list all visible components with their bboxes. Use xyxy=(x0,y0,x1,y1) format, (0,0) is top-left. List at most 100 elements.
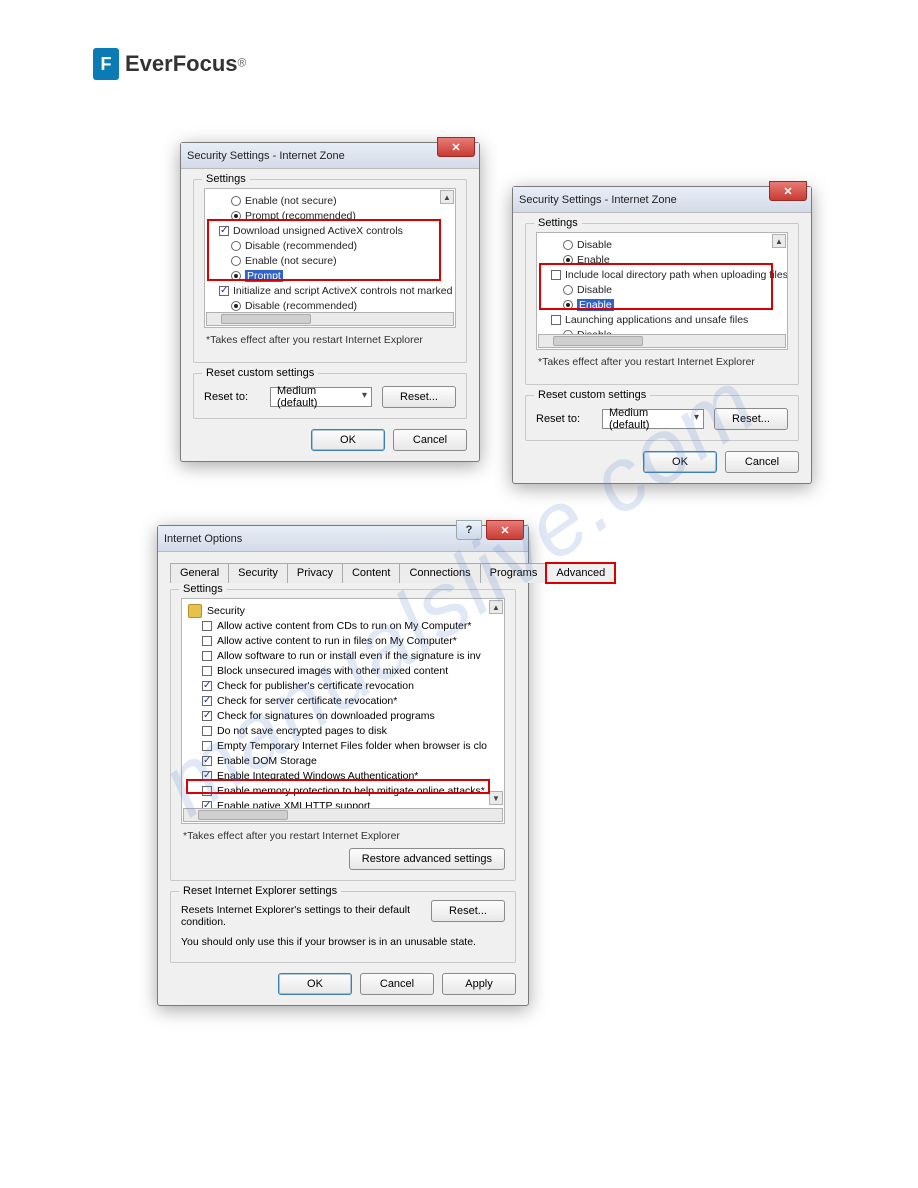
tab-connections[interactable]: Connections xyxy=(399,563,480,583)
tree-item[interactable]: Check for signatures on downloaded progr… xyxy=(184,708,502,723)
checkbox[interactable] xyxy=(202,696,212,706)
tree-item[interactable]: Check for server certificate revocation* xyxy=(184,693,502,708)
scroll-up-icon[interactable]: ▲ xyxy=(440,190,454,204)
tree-item[interactable]: Check for publisher's certificate revoca… xyxy=(184,678,502,693)
tree-label: Allow active content from CDs to run on … xyxy=(217,620,471,632)
opt-label-selected: Enable xyxy=(577,299,614,311)
checkbox[interactable] xyxy=(219,286,229,296)
tab-general[interactable]: General xyxy=(170,563,229,583)
checkbox[interactable] xyxy=(202,666,212,676)
scroll-thumb[interactable] xyxy=(221,314,311,324)
checkbox[interactable] xyxy=(202,741,212,751)
dialog-title: Internet Options xyxy=(164,533,242,545)
tree-item[interactable]: Do not save encrypted pages to disk xyxy=(184,723,502,738)
brand-name: EverFocus xyxy=(125,51,238,76)
select-value: Medium (default) xyxy=(609,407,685,431)
checkbox[interactable] xyxy=(202,651,212,661)
reset-button[interactable]: Reset... xyxy=(431,900,505,922)
ok-button[interactable]: OK xyxy=(278,973,352,995)
checkbox[interactable] xyxy=(202,726,212,736)
scroll-up-icon[interactable]: ▲ xyxy=(772,234,786,248)
help-icon[interactable]: ? xyxy=(456,520,482,540)
scroll-thumb[interactable] xyxy=(553,336,643,346)
cancel-button[interactable]: Cancel xyxy=(393,429,467,451)
restore-button[interactable]: Restore advanced settings xyxy=(349,848,505,870)
opt-label: Prompt (recommended) xyxy=(245,210,356,222)
ok-button[interactable]: OK xyxy=(311,429,385,451)
dialog-title: Security Settings - Internet Zone xyxy=(187,150,345,162)
checkbox[interactable] xyxy=(551,315,561,325)
tab-advanced[interactable]: Advanced xyxy=(546,563,615,583)
radio[interactable] xyxy=(231,241,241,251)
tab-programs[interactable]: Programs xyxy=(480,563,548,583)
radio[interactable] xyxy=(231,256,241,266)
reset-button[interactable]: Reset... xyxy=(714,408,788,430)
settings-list[interactable]: Enable (not secure) Prompt (recommended)… xyxy=(204,188,456,328)
opt-label: Disable (recommended) xyxy=(245,300,357,312)
hscrollbar[interactable] xyxy=(206,312,454,326)
radio[interactable] xyxy=(231,271,241,281)
checkbox[interactable] xyxy=(219,226,229,236)
close-icon[interactable]: ✕ xyxy=(437,137,475,157)
opt-label-selected: Prompt xyxy=(245,270,283,282)
tree-item[interactable]: Block unsecured images with other mixed … xyxy=(184,663,502,678)
tree-item[interactable]: Enable memory protection to help mitigat… xyxy=(184,783,502,798)
tree-label: Check for signatures on downloaded progr… xyxy=(217,710,435,722)
lock-icon xyxy=(188,604,202,618)
checkbox[interactable] xyxy=(202,681,212,691)
cancel-button[interactable]: Cancel xyxy=(360,973,434,995)
hscrollbar[interactable] xyxy=(183,808,503,822)
tree-item[interactable]: Allow active content to run in files on … xyxy=(184,633,502,648)
opt-heading: Include local directory path when upload… xyxy=(565,269,788,281)
checkbox[interactable] xyxy=(551,270,561,280)
ok-button[interactable]: OK xyxy=(643,451,717,473)
tree-item[interactable]: Enable DOM Storage xyxy=(184,753,502,768)
close-icon[interactable]: ✕ xyxy=(769,181,807,201)
opt-label: Enable (not secure) xyxy=(245,195,337,207)
settings-list[interactable]: Disable Enable Include local directory p… xyxy=(536,232,788,350)
restart-note: *Takes effect after you restart Internet… xyxy=(183,830,503,842)
hscrollbar[interactable] xyxy=(538,334,786,348)
tree-item[interactable]: Enable Integrated Windows Authentication… xyxy=(184,768,502,783)
tree-label: Check for publisher's certificate revoca… xyxy=(217,680,414,692)
opt-label: Enable xyxy=(577,254,610,266)
titlebar: Internet Options ? ✕ xyxy=(158,526,528,552)
scroll-thumb[interactable] xyxy=(198,810,288,820)
opt-label: Disable xyxy=(577,284,612,296)
radio[interactable] xyxy=(231,301,241,311)
opt-label: Disable xyxy=(577,239,612,251)
radio[interactable] xyxy=(563,300,573,310)
scroll-up-icon[interactable]: ▲ xyxy=(489,600,503,614)
checkbox[interactable] xyxy=(202,711,212,721)
checkbox[interactable] xyxy=(202,771,212,781)
restart-note: *Takes effect after you restart Internet… xyxy=(206,334,454,346)
checkbox[interactable] xyxy=(202,621,212,631)
tab-security[interactable]: Security xyxy=(228,563,288,583)
tab-content[interactable]: Content xyxy=(342,563,401,583)
radio[interactable] xyxy=(563,255,573,265)
advanced-tree[interactable]: Security Allow active content from CDs t… xyxy=(181,598,505,824)
reset-button[interactable]: Reset... xyxy=(382,386,456,408)
opt-heading: Download unsigned ActiveX controls xyxy=(233,225,403,237)
radio[interactable] xyxy=(563,285,573,295)
checkbox[interactable] xyxy=(202,756,212,766)
tree-item[interactable]: Empty Temporary Internet Files folder wh… xyxy=(184,738,502,753)
reset-legend: Reset custom settings xyxy=(534,389,650,401)
radio[interactable] xyxy=(231,196,241,206)
tree-item[interactable]: Allow software to run or install even if… xyxy=(184,648,502,663)
scroll-down-icon[interactable]: ▼ xyxy=(489,791,503,805)
tree-heading: Security xyxy=(207,605,245,617)
checkbox[interactable] xyxy=(202,636,212,646)
tab-privacy[interactable]: Privacy xyxy=(287,563,343,583)
close-icon[interactable]: ✕ xyxy=(486,520,524,540)
reset-to-label: Reset to: xyxy=(204,391,260,403)
reset-select[interactable]: Medium (default) xyxy=(270,387,372,407)
cancel-button[interactable]: Cancel xyxy=(725,451,799,473)
internet-options-dialog: Internet Options ? ✕ General Security Pr… xyxy=(157,525,529,1006)
apply-button[interactable]: Apply xyxy=(442,973,516,995)
radio[interactable] xyxy=(231,211,241,221)
reset-select[interactable]: Medium (default) xyxy=(602,409,704,429)
radio[interactable] xyxy=(563,240,573,250)
checkbox[interactable] xyxy=(202,786,212,796)
tree-item[interactable]: Allow active content from CDs to run on … xyxy=(184,618,502,633)
